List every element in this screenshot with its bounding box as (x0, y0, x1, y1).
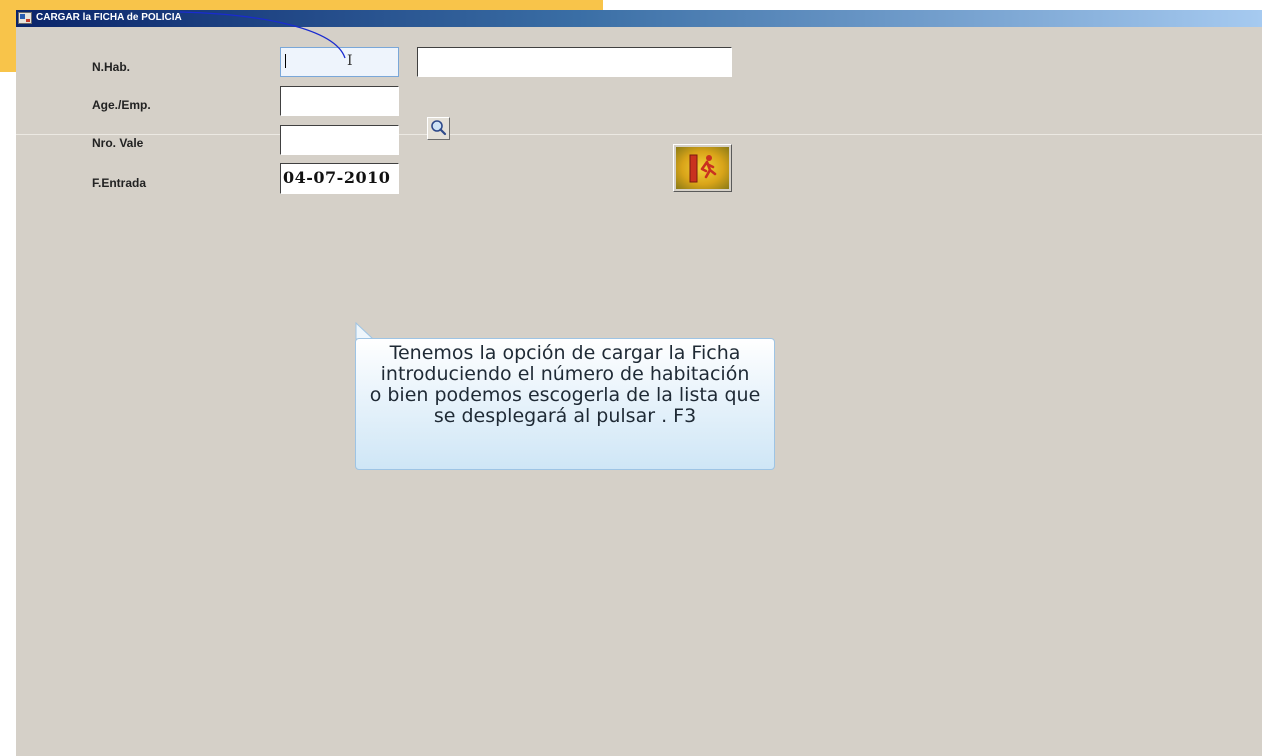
text-caret (285, 54, 286, 68)
nro-vale-input[interactable] (280, 125, 399, 155)
slide-accent-side (0, 0, 16, 72)
tooltip-text: Tenemos la opción de cargar la Ficha int… (356, 343, 774, 427)
fecha-entrada-input[interactable]: 04-07-2010 (280, 163, 399, 194)
exit-door-runner-icon (689, 154, 717, 183)
nro-vale-label: Nro. Vale (92, 136, 144, 150)
exit-button[interactable] (673, 144, 732, 192)
slide: CARGAR la FICHA de POLICIA N.Hab. I Age.… (0, 0, 1262, 756)
separator-line (16, 134, 1262, 135)
tooltip-line: se desplegará al pulsar . F3 (433, 405, 697, 427)
slide-accent-bar (0, 0, 603, 10)
fecha-entrada-label: F.Entrada (92, 176, 147, 190)
window-title: CARGAR la FICHA de POLICIA (36, 12, 182, 23)
tooltip-line: introduciendo el número de habitación (380, 363, 750, 385)
title-bar[interactable]: CARGAR la FICHA de POLICIA (16, 10, 1262, 27)
tooltip-callout: Tenemos la opción de cargar la Ficha int… (355, 322, 775, 470)
age-emp-label: Age./Emp. (92, 98, 151, 112)
nhab-input[interactable]: I (280, 47, 399, 77)
fecha-entrada-value: 04-07-2010 (283, 168, 391, 187)
ibeam-cursor-icon: I (347, 53, 353, 69)
tooltip-line: Tenemos la opción de cargar la Ficha (389, 342, 741, 364)
search-button[interactable] (427, 117, 450, 140)
tooltip-bubble: Tenemos la opción de cargar la Ficha int… (355, 338, 775, 470)
nhab-description-field[interactable] (417, 47, 732, 77)
magnifier-icon (431, 120, 447, 136)
tooltip-line: o bien podemos escogerla de la lista que (369, 384, 761, 406)
nhab-label: N.Hab. (92, 60, 131, 74)
age-emp-input[interactable] (280, 86, 399, 116)
app-window: CARGAR la FICHA de POLICIA N.Hab. I Age.… (16, 10, 1262, 756)
exit-icon-background (676, 147, 729, 189)
window-icon (18, 12, 32, 24)
